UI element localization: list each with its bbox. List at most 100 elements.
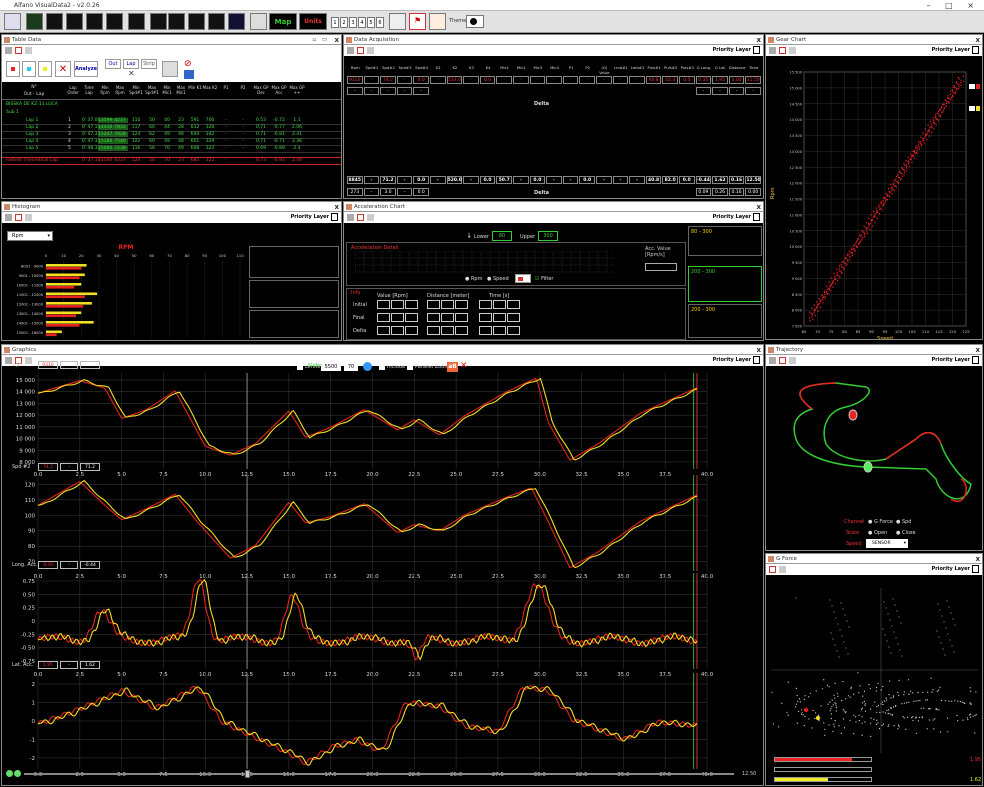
settings-icon[interactable] [5, 214, 12, 221]
close-icon[interactable]: x [975, 35, 980, 45]
acc-toggle[interactable] [515, 274, 531, 283]
priority-layer-checkbox[interactable] [331, 213, 338, 221]
timeline-thumb[interactable] [245, 770, 250, 778]
range-box-2[interactable]: 200 - 300 [688, 266, 762, 302]
close-icon[interactable]: x [975, 345, 980, 355]
close-icon[interactable]: x [756, 35, 761, 45]
limit-low-input[interactable]: 5500 [321, 363, 341, 371]
radio-speed[interactable]: ● Speed [487, 276, 509, 282]
priority-layer-checkbox[interactable] [753, 46, 760, 54]
priority-layer-checkbox[interactable] [972, 46, 979, 54]
print-icon[interactable] [367, 214, 374, 221]
channel-plot-0[interactable]: 15 000 14 000 13 000 12 000 11 000 10 000 9 00… [2, 373, 764, 479]
table-row[interactable]: Lap 1 1 0' 37.06 13599 4237 110 50 40 23 591 700- -… [2, 118, 341, 125]
grid-view-icon[interactable] [26, 13, 43, 30]
print-icon[interactable] [389, 13, 406, 30]
table-grid-icon[interactable] [228, 13, 245, 30]
lower-input[interactable]: 80 [492, 231, 512, 241]
menu-icon[interactable] [4, 13, 21, 30]
pdf-icon[interactable]: ⚑ [409, 13, 426, 30]
number-button-2[interactable]: 2 [340, 17, 348, 28]
close-icon[interactable]: x [334, 35, 339, 45]
print-icon[interactable] [789, 357, 796, 364]
timeline-scrollbar[interactable] [24, 773, 734, 775]
color-yellow-button[interactable] [38, 61, 52, 77]
delete-icon[interactable]: ✕ [55, 61, 71, 77]
columns-icon[interactable] [208, 13, 225, 30]
channel-plot-2[interactable]: 0.750.500.250-0.25-0.50-0.750.0 2.5 5.0 7.5… [2, 573, 764, 679]
priority-layer-checkbox[interactable] [972, 356, 979, 364]
pdf-icon[interactable] [15, 214, 22, 221]
color-cyan-button[interactable] [22, 61, 36, 77]
upper-input[interactable]: 300 [538, 231, 558, 241]
pdf-icon[interactable] [769, 566, 776, 573]
save-icon[interactable] [184, 70, 194, 79]
pdf-icon[interactable] [15, 47, 22, 54]
color-red-button[interactable] [6, 61, 20, 77]
limits-checkbox[interactable] [297, 364, 303, 370]
table-row[interactable]: Lap 5 5 0' 48.38 15060 7238 116 58 70 49 608 322- -… [2, 146, 341, 153]
acc-value-field[interactable] [645, 263, 677, 271]
window-controls[interactable]: – □ × [927, 0, 980, 11]
limit-high-input[interactable]: 70 [344, 363, 358, 371]
cross-icon[interactable]: ✕ [128, 69, 135, 78]
graph-view-icon[interactable] [66, 13, 83, 30]
histogram-icon[interactable] [168, 13, 185, 30]
settings-icon[interactable] [769, 357, 776, 364]
analyze-button[interactable]: Analyze [74, 61, 98, 77]
print-icon[interactable] [367, 47, 374, 54]
priority-layer-checkbox[interactable] [753, 213, 760, 221]
number-button-3[interactable]: 3 [349, 17, 357, 28]
pdf-icon[interactable] [779, 47, 786, 54]
strip-button[interactable]: Strip [141, 59, 157, 69]
map-button[interactable]: Map [269, 13, 297, 30]
priority-layer-checkbox[interactable] [972, 565, 979, 573]
state-close-radio[interactable]: ● Close [896, 530, 916, 536]
close-icon[interactable]: x [334, 202, 339, 212]
channel-gforce-radio[interactable]: ● G Force [868, 519, 893, 525]
theme-select[interactable] [466, 15, 484, 28]
print-icon[interactable] [25, 47, 32, 54]
table-row[interactable]: Lap 4 4 0' 47.35 15180 7540 122 60 49 48 601 329- -… [2, 139, 341, 146]
play-forward-icon[interactable] [14, 770, 21, 777]
clear-icon[interactable]: ✕ [460, 361, 468, 371]
monitor-icon[interactable] [250, 13, 267, 30]
font-size-icon[interactable]: aB [447, 362, 458, 372]
table-view-icon[interactable] [46, 13, 63, 30]
number-button-5[interactable]: 5 [367, 17, 375, 28]
print-icon[interactable] [779, 566, 786, 573]
radio-rpm[interactable]: ● Rpm [465, 276, 482, 282]
settings-icon[interactable] [5, 47, 12, 54]
export-icon[interactable] [429, 13, 446, 30]
forbid-icon[interactable]: ⊘ [184, 59, 196, 69]
include0-checkbox[interactable] [379, 364, 385, 370]
close-icon[interactable]: x [756, 202, 761, 212]
close-icon[interactable]: x [756, 345, 761, 355]
settings-icon[interactable] [347, 47, 354, 54]
shield-icon[interactable] [162, 61, 178, 77]
state-open-radio[interactable]: ● Open [868, 530, 887, 536]
channel-plot-1[interactable]: 1201101009080700.02.55.07.510.012.515.01… [2, 475, 764, 581]
parallel-zoom-checkbox[interactable] [407, 364, 413, 370]
pdf-icon[interactable] [357, 47, 364, 54]
channel-plot-3[interactable]: 210-1-20.02.55.07.510.012.515.017.520.02… [2, 673, 764, 779]
filter-checkbox[interactable]: ☑ Filter [535, 276, 553, 282]
close-icon[interactable]: x [975, 554, 980, 564]
table-row[interactable]: Lap 2 2 0' 47.19 14430 7833 117 60 44 28 612 328- -… [2, 125, 341, 132]
settings-icon[interactable] [347, 214, 354, 221]
out-button[interactable]: Out [105, 59, 121, 69]
print-icon[interactable] [25, 214, 32, 221]
number-button-4[interactable]: 4 [358, 17, 366, 28]
settings-icon[interactable] [769, 47, 776, 54]
multi-graph-icon[interactable] [86, 13, 103, 30]
scatter-icon[interactable] [128, 13, 145, 30]
speed-select[interactable]: SENSOR ▾ [866, 539, 908, 548]
play-back-icon[interactable] [6, 770, 13, 777]
lap-button[interactable]: Lap [123, 59, 139, 69]
settings-icon[interactable] [5, 357, 12, 364]
number-button-1[interactable]: 1 [331, 17, 339, 28]
priority-layer-checkbox[interactable] [753, 356, 760, 364]
bars-icon[interactable] [188, 13, 205, 30]
channel-spd-radio[interactable]: ● Spd [896, 519, 911, 525]
histogram-channel-select[interactable]: Rpm ▾ [7, 231, 53, 241]
